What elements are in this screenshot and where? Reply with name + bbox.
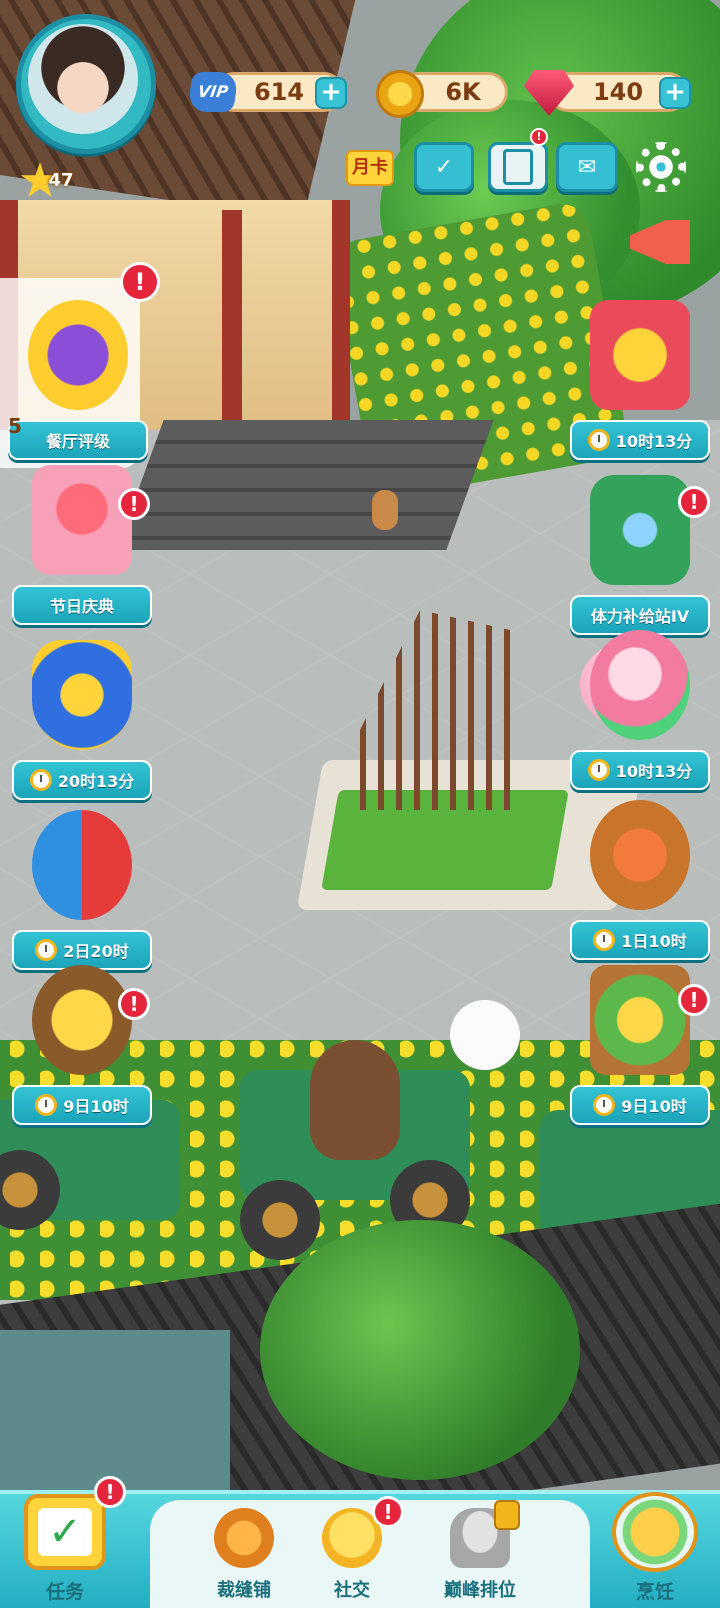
vip-plus-button[interactable]: +	[315, 77, 347, 109]
event-timer-label: 20时13分	[12, 760, 152, 800]
spatula-badge-icon	[28, 300, 128, 410]
clipboard-check-icon: ✓	[24, 1494, 106, 1570]
cart-wheel	[240, 1180, 320, 1260]
event-timer: 10时13分	[615, 762, 693, 781]
side-number: 5	[8, 414, 22, 438]
event-timer: 2日20时	[63, 942, 129, 961]
nav-tailor-shop[interactable]: 裁缝铺	[184, 1500, 304, 1608]
event-timer-label: 10时13分	[570, 420, 710, 460]
event-timer: 10时13分	[615, 432, 693, 451]
cooking-button[interactable]: 烹饪	[600, 1476, 710, 1606]
event-timer: 20时13分	[57, 772, 135, 791]
nav-label: 巅峰排位	[444, 1580, 516, 1601]
shiba-dog[interactable]	[372, 490, 398, 530]
event-timer-label: 9日10时	[12, 1085, 152, 1125]
gems-value: 140	[592, 78, 644, 106]
calendar-check-icon: ✓	[434, 154, 454, 180]
nav-label: 社交	[334, 1580, 370, 1601]
stamina-alert-icon: !	[678, 486, 710, 518]
vegetable-crate-icon	[590, 965, 690, 1075]
clock-icon	[587, 429, 610, 451]
event-timer-label: 1日10时	[570, 920, 710, 960]
coin-icon	[376, 70, 424, 118]
vending-machine-icon	[590, 475, 690, 585]
crate-alert-icon: !	[678, 984, 710, 1016]
cooking-pot-icon	[612, 1492, 698, 1572]
player-level: 47	[48, 170, 74, 191]
event-timer-label: 2日20时	[12, 930, 152, 970]
festival-alert-icon: !	[118, 488, 150, 520]
book-icon	[503, 149, 533, 185]
handbook-button[interactable]	[488, 142, 548, 192]
piggy-bank-icon	[590, 630, 690, 740]
clock-icon	[593, 929, 616, 951]
rating-alert-icon: !	[120, 262, 160, 302]
calendar-checkin-button[interactable]: ✓	[414, 142, 474, 192]
event-rock-paper-scissors[interactable]: 2日20时	[12, 810, 152, 970]
event-restaurant-rating[interactable]: 餐厅评级	[8, 300, 148, 460]
nav-social[interactable]: ! 社交	[292, 1496, 412, 1608]
tasks-label: 任务	[45, 1581, 84, 1603]
event-timer: 9日10时	[63, 1097, 129, 1116]
vip-points-value: 614	[253, 78, 305, 106]
red-pillar	[222, 210, 242, 430]
fruit-basket-icon	[590, 800, 690, 910]
stone-steps	[116, 420, 494, 550]
event-timer: 1日10时	[621, 932, 687, 951]
clock-icon	[593, 1094, 616, 1116]
event-timer: 9日10时	[621, 1097, 687, 1116]
lock-icon	[494, 1500, 520, 1530]
event-timer-label: 9日10时	[570, 1085, 710, 1125]
owl-character[interactable]	[310, 1040, 400, 1160]
event-label: 餐厅评级	[8, 420, 148, 460]
event-fruit-basket[interactable]: 1日10时	[570, 800, 710, 960]
bush	[260, 1220, 580, 1480]
harvest-alert-icon: !	[118, 988, 150, 1020]
crown-shield-icon	[32, 640, 132, 750]
monthly-card-button[interactable]: 月卡	[346, 150, 394, 186]
event-timer-label: 10时13分	[570, 750, 710, 790]
thread-spool-icon	[214, 1508, 274, 1568]
nav-peak-ranking[interactable]: 巅峰排位	[420, 1500, 540, 1608]
event-label: 节日庆典	[12, 585, 152, 625]
tasks-button[interactable]: ✓ ! 任务	[10, 1476, 126, 1606]
rock-paper-scissors-icon	[32, 810, 132, 920]
social-alert-icon: !	[372, 1496, 404, 1528]
event-piggy-bank[interactable]: 10时13分	[570, 630, 710, 790]
avatar-portrait	[28, 24, 138, 134]
nav-label: 裁缝铺	[217, 1580, 271, 1601]
gems-plus-button[interactable]: +	[659, 77, 691, 109]
clock-icon	[35, 1094, 58, 1116]
cooking-label: 烹饪	[635, 1581, 674, 1603]
envelope-icon: ✉	[577, 154, 597, 180]
coins-value: 6K	[445, 78, 481, 106]
handbook-alert-icon: !	[530, 128, 548, 146]
clock-icon	[35, 939, 58, 961]
event-label: 体力补给站IV	[570, 595, 710, 635]
mail-button[interactable]: ✉	[556, 142, 618, 192]
bunny-character[interactable]	[450, 1000, 520, 1070]
gift-box-icon	[32, 465, 132, 575]
event-crown-shield[interactable]: 20时13分	[12, 640, 152, 800]
clock-icon	[29, 769, 52, 791]
pond	[0, 1330, 230, 1490]
vip-badge-icon[interactable]: VIP	[187, 72, 239, 112]
wheat-basket-icon	[32, 965, 132, 1075]
clock-icon	[587, 759, 610, 781]
event-treasure-chest[interactable]: 10时13分	[570, 300, 710, 460]
tasks-alert-icon: !	[94, 1476, 126, 1508]
settings-gear-icon[interactable]	[636, 142, 686, 192]
player-avatar[interactable]: 47	[16, 14, 166, 197]
treasure-chest-icon	[590, 300, 690, 410]
